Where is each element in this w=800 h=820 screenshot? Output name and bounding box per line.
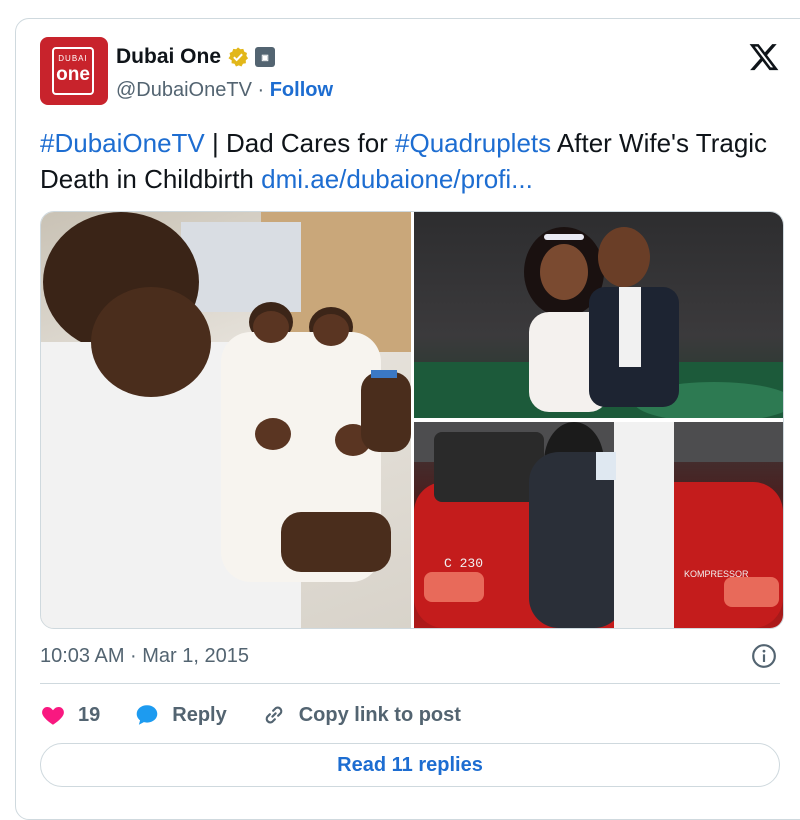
link-icon <box>265 706 283 724</box>
reply-bubble-icon <box>136 705 158 725</box>
logo-frame: DUBAI one <box>52 47 94 95</box>
divider <box>40 683 780 684</box>
tweet-link[interactable]: dmi.ae/dubaione/profi... <box>261 164 533 194</box>
media-grid: C 230 KOMPRESSOR <box>40 211 784 629</box>
reply-label: Reply <box>172 703 227 726</box>
read-replies-button[interactable]: Read 11 replies <box>40 743 780 787</box>
timestamp[interactable]: 10:03 AM · Mar 1, 2015 <box>40 645 249 668</box>
display-name[interactable]: Dubai One <box>116 45 221 69</box>
handle-separator: · <box>251 79 270 101</box>
hashtag-dubaionetv[interactable]: #DubaiOneTV <box>40 128 205 158</box>
copy-link-label: Copy link to post <box>298 703 461 726</box>
tweet-card: DUBAI one Dubai One ▣ @DubaiOneTV · Foll… <box>15 18 800 820</box>
handle[interactable]: @DubaiOneTV <box>116 79 252 101</box>
verified-badge-icon <box>228 47 249 67</box>
photo-pregnant-wife-car[interactable]: C 230 KOMPRESSOR <box>414 422 783 628</box>
hashtag-quadruplets[interactable]: #Quadruplets <box>395 128 551 158</box>
photo-couple[interactable] <box>414 212 783 418</box>
car-badge-text: C 230 <box>444 556 483 571</box>
car-model-text: KOMPRESSOR <box>684 569 749 579</box>
heart-icon <box>42 706 64 725</box>
avatar-logo-text: one <box>56 64 90 85</box>
photo-father-with-quadruplets[interactable] <box>41 212 411 628</box>
tweet-text-part: | Dad Cares for <box>204 128 396 158</box>
avatar[interactable]: DUBAI one <box>40 37 108 105</box>
affiliate-badge-icon: ▣ <box>255 47 276 67</box>
tweet-text: #DubaiOneTV | Dad Cares for #Quadruplets… <box>40 125 780 197</box>
display-name-row: Dubai One ▣ <box>116 45 276 69</box>
follow-button[interactable]: Follow <box>270 79 333 101</box>
handle-row: @DubaiOneTV · Follow <box>116 79 333 102</box>
like-button[interactable]: 19 <box>40 702 100 728</box>
like-count: 19 <box>78 703 101 726</box>
photo-father-illustration <box>41 212 411 628</box>
x-logo-icon[interactable] <box>748 41 780 73</box>
copy-link-button[interactable]: Copy link to post <box>261 702 461 728</box>
info-icon[interactable] <box>751 643 777 669</box>
action-bar: 19 Reply Copy link to post <box>40 699 495 731</box>
photo-couple-illustration <box>414 227 783 418</box>
avatar-logo-top-text: DUBAI <box>58 54 88 63</box>
reply-button[interactable]: Reply <box>134 702 227 728</box>
photo-car-illustration: C 230 KOMPRESSOR <box>414 422 783 628</box>
